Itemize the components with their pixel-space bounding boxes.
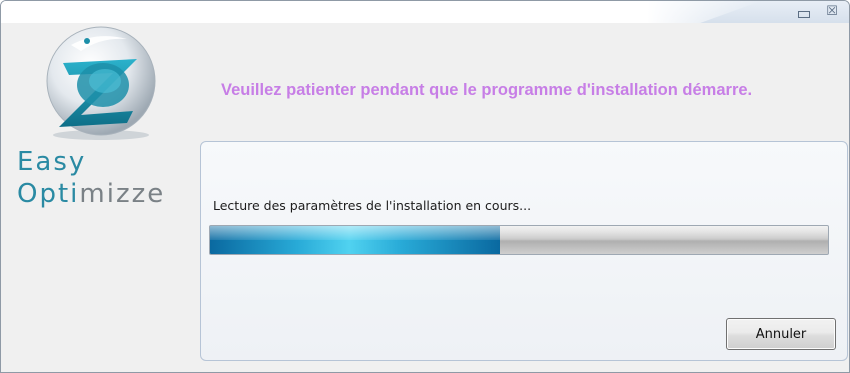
minimize-icon xyxy=(798,11,810,18)
title-bar-shine xyxy=(1,1,761,23)
title-bar[interactable]: ☒ xyxy=(1,1,849,23)
brand-name-line1: Easy xyxy=(17,147,87,177)
brand-name-mizze: mizze xyxy=(79,179,166,209)
close-icon: ☒ xyxy=(826,4,838,19)
progress-bar xyxy=(209,225,829,255)
brand-name-line2: Optimizze xyxy=(17,179,165,209)
brand-logo-area: Easy Optimizze xyxy=(9,23,199,233)
progress-panel: Lecture des paramètres de l'installation… xyxy=(200,141,848,361)
easy-optimizze-logo-icon xyxy=(46,26,156,140)
progress-bar-gloss xyxy=(210,226,828,240)
close-button[interactable]: ☒ xyxy=(821,3,843,19)
headline-message: Veuillez patienter pendant que le progra… xyxy=(221,81,753,99)
installer-window: ☒ Easy Optimizze Veuillez patienter pend… xyxy=(0,0,850,373)
cancel-button[interactable]: Annuler xyxy=(726,318,836,350)
minimize-button[interactable] xyxy=(793,3,815,19)
status-text: Lecture des paramètres de l'installation… xyxy=(213,198,532,213)
brand-name-opti: Opti xyxy=(17,179,80,209)
